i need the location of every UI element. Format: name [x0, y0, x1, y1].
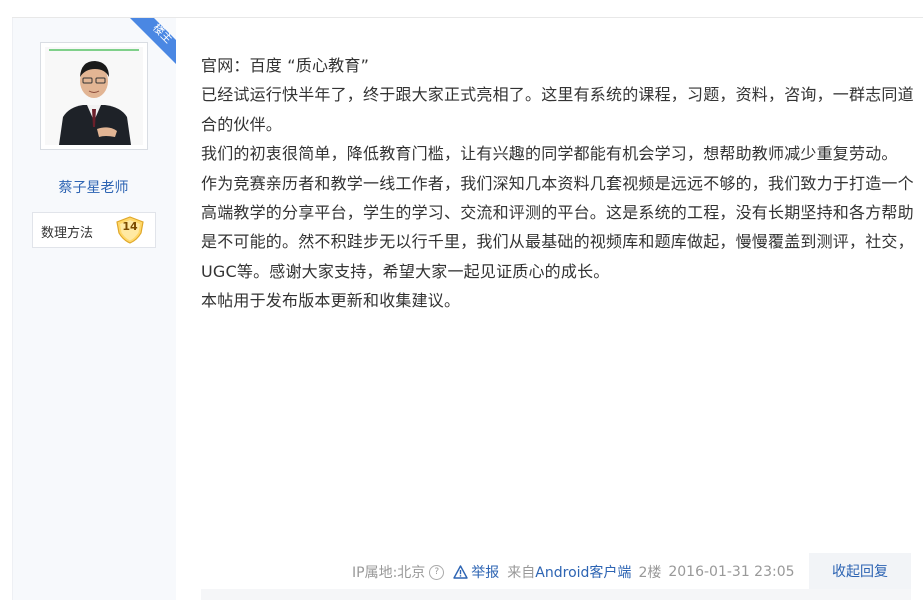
report-label: 举报 — [471, 565, 500, 581]
post-paragraph: 我们的初衷很简单，降低教育门槛，让有兴趣的同学都能有机会学习，想帮助教师减少重复… — [201, 144, 898, 164]
floor-number: 2楼 — [638, 565, 662, 581]
collapse-reply-button[interactable]: 收起回复 — [809, 553, 911, 591]
level-name: 数理方法 — [41, 226, 94, 241]
post-tail: IP属地:北京 ? 举报 来自 Android客户端 2楼 2016-01-31… — [352, 562, 795, 582]
post-paragraph: 已经试运行快半年了，终于跟大家正式亮相了。这里有系统的课程，习题，资料，咨询，一… — [201, 85, 914, 134]
ip-location: IP属地:北京 — [352, 565, 426, 581]
member-level-box[interactable]: 数理方法 14 — [32, 212, 156, 248]
post-datetime: 2016-01-31 23:05 — [668, 564, 795, 580]
client-link[interactable]: Android客户端 — [535, 562, 631, 582]
avatar[interactable] — [40, 42, 148, 150]
question-circle-icon[interactable]: ? — [429, 564, 445, 580]
client-prefix: 来自 — [507, 565, 536, 581]
post-paragraph: 本帖用于发布版本更新和收集建议。 — [201, 291, 461, 311]
level-number: 14 — [122, 220, 138, 233]
avatar-image — [45, 47, 143, 145]
post-paragraph: 作为竞赛亲历者和教学一线工作者，我们深知几本资料几套视频是远远不够的，我们致力于… — [201, 173, 914, 281]
warning-triangle-icon — [453, 565, 468, 579]
report-link[interactable]: 举报 — [453, 562, 499, 582]
reply-area-top — [201, 589, 911, 600]
post-content: 官网：百度 “质心教育” 已经试运行快半年了，终于跟大家正式亮相了。这里有系统的… — [201, 51, 916, 316]
author-name[interactable]: 蔡子星老师 — [12, 177, 175, 197]
post-paragraph: 官网：百度 “质心教育” — [201, 56, 370, 75]
level-badge: 14 — [115, 216, 145, 244]
